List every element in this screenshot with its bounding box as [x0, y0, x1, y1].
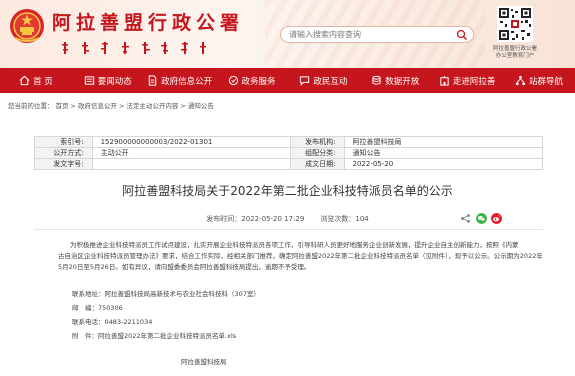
nav-item-interaction[interactable]: 政民互动 — [288, 68, 360, 93]
written-date-value: 2022-05-20 — [343, 158, 544, 170]
nav-item-news[interactable]: 要闻动态 — [72, 68, 144, 93]
qr-label-line2: 办公室教育门户 — [495, 53, 535, 59]
nav-item-services[interactable]: 政务服务 — [216, 68, 288, 93]
breadcrumb-item-disclosure[interactable]: 政府信息公开 — [78, 102, 117, 110]
publisher-value: 阿拉善盟科技局 — [343, 136, 544, 148]
data-icon — [372, 75, 381, 85]
view-count: 浏览次数：104 — [320, 215, 369, 223]
chat-icon — [300, 76, 310, 86]
service-icon — [228, 75, 238, 86]
breadcrumb-item-statutory[interactable]: 法定主动公开内容 — [126, 102, 178, 110]
home-icon — [19, 75, 30, 86]
breadcrumb: 您当前的位置： 首页 > 政府信息公开 > 法定主动公开内容 > 通知公告 — [8, 100, 216, 110]
nav-item-label: 政务服务 — [241, 76, 276, 87]
site-header: 阿拉善盟行政公署 请输入搜索内容查询 阿拉善盟行政公署 办公室教育门户 — [0, 0, 575, 68]
breadcrumb-separator: > — [70, 102, 76, 110]
doc-number-value — [91, 158, 292, 170]
nav-item-site-group[interactable]: 站群导航 — [503, 68, 575, 93]
postcode: 邮 编：750306 — [72, 304, 123, 312]
share-icon[interactable] — [460, 213, 471, 224]
nav-item-label: 数据开放 — [385, 76, 420, 87]
content-divider — [34, 229, 543, 230]
nav-item-label: 走进阿拉善 — [452, 76, 496, 87]
publisher-label: 发布机构: — [290, 136, 345, 148]
nav-item-info-disclosure[interactable]: 政府信息公开 — [144, 68, 216, 93]
paragraph-line: 古自治区企业科技特派员管理办法》要求，结合工作实际，经相关部门推荐，确定阿拉善盟… — [58, 252, 543, 260]
index-number-value: 152900000000003/2022-01301 — [91, 136, 292, 148]
category-value: 通知公告 — [343, 147, 544, 159]
nav-item-about-alxa[interactable]: 走进阿拉善 — [431, 68, 503, 93]
national-emblem-icon[interactable] — [9, 8, 45, 44]
site-title: 阿拉善盟行政公署 — [52, 12, 245, 34]
publish-time: 发布时间：2022-05-20 17:29 — [206, 215, 305, 223]
nav-item-open-data[interactable]: 数据开放 — [359, 68, 431, 93]
index-number-label: 索引号: — [34, 136, 93, 148]
network-icon — [515, 75, 526, 86]
document-icon — [148, 75, 157, 86]
nav-item-label: 政民互动 — [313, 76, 348, 87]
table-row: 索引号: 152900000000003/2022-01301 发布机构: 阿拉… — [34, 136, 544, 148]
breadcrumb-item-notices[interactable]: 通知公告 — [188, 102, 214, 110]
wechat-share-icon[interactable] — [476, 213, 487, 224]
signature: 阿拉善盟科技局 — [181, 358, 227, 366]
breadcrumb-prefix: 您当前的位置： — [8, 102, 54, 110]
document-info-table: 索引号: 152900000000003/2022-01301 发布机构: 阿拉… — [34, 136, 544, 170]
breadcrumb-item-home[interactable]: 首页 — [56, 102, 69, 110]
nav-item-label: 首 页 — [33, 76, 53, 87]
category-label: 组配分类: — [290, 147, 345, 159]
search-icon[interactable] — [456, 29, 468, 41]
disclosure-method-value: 主动公开 — [91, 147, 292, 159]
qr-code-label: 阿拉善盟行政公署 办公室教育门户 — [478, 46, 552, 60]
qr-code-icon — [497, 6, 533, 42]
paragraph-line: 5月20日至5月26日。如有异议，请向盟委委员会阿拉善盟科技局提出，逾期不予受理… — [58, 263, 311, 271]
table-row: 公开方式: 主动公开 组配分类: 通知公告 — [34, 147, 544, 159]
nav-item-label: 政府信息公开 — [161, 76, 213, 87]
mongolian-script-logo — [62, 42, 206, 54]
breadcrumb-separator: > — [118, 102, 125, 110]
paragraph-line: 为积极推进企业科技特派员工作试点建设，扎实开展企业科技特派员各项工作，引导科研人… — [70, 241, 519, 249]
written-date-label: 成文日期: — [290, 158, 345, 170]
table-row: 发文字号: 成文日期: 2022-05-20 — [34, 158, 544, 170]
nav-item-label: 站群导航 — [529, 76, 564, 87]
search-placeholder: 请输入搜索内容查询 — [289, 30, 361, 39]
doc-number-label: 发文字号: — [34, 158, 93, 170]
nav-item-label: 要闻动态 — [97, 76, 132, 87]
building-icon — [440, 75, 449, 86]
attachment-link[interactable]: 附 件：阿拉善盟2022年第二批企业科技特派员名单.xls — [72, 330, 236, 340]
article-meta: 发布时间：2022-05-20 17:29 浏览次数：104 — [0, 214, 575, 224]
article-body: 为积极推进企业科技特派员工作试点建设，扎实开展企业科技特派员各项工作，引导科研人… — [58, 240, 548, 273]
main-nav: 首 页 要闻动态 政府信息公开 政务服务 政民互动 数据开放 走进阿拉善 站群导… — [0, 68, 575, 93]
nav-item-home[interactable]: 首 页 — [0, 68, 72, 93]
contact-address: 联系地址：阿拉善盟科技局高新技术与农业社会科技科（307室） — [72, 290, 260, 298]
weibo-share-icon[interactable] — [491, 213, 502, 224]
search-input[interactable]: 请输入搜索内容查询 — [280, 26, 474, 43]
news-icon — [84, 76, 94, 85]
article-title: 阿拉善盟科技局关于2022年第二批企业科技特派员名单的公示 — [122, 184, 453, 198]
disclosure-method-label: 公开方式: — [34, 147, 93, 159]
breadcrumb-separator: > — [180, 102, 186, 110]
qr-label-line1: 阿拉善盟行政公署 — [492, 46, 537, 52]
contact-phone: 联系电话：0483-2211034 — [72, 318, 153, 326]
